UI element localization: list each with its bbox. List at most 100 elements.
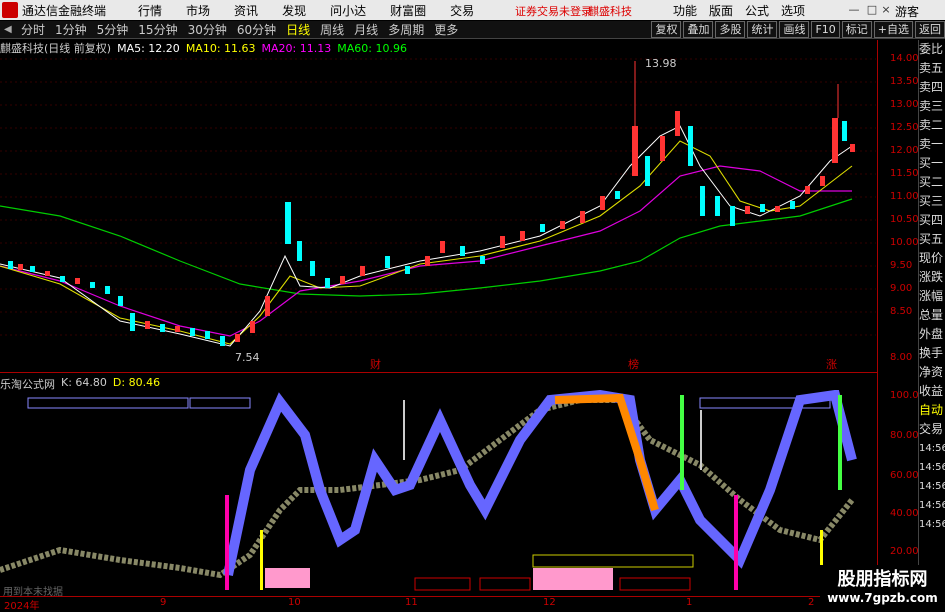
indicator-name[interactable]: 乐淘公式网 (0, 376, 55, 391)
sidebar-item[interactable]: 买四 (919, 211, 945, 230)
date-tick: 9 (160, 597, 167, 608)
close-icon[interactable]: × (880, 4, 892, 16)
period-5min[interactable]: 5分钟 (97, 21, 129, 38)
quote-sidebar: 委比 卖五 卖四 卖三 卖二 卖一 买一 买二 买三 买四 买五 现价 涨跌 涨… (918, 40, 945, 609)
sidebar-item[interactable]: 收益 (919, 382, 945, 401)
app-title: 通达信金融终端 (22, 3, 107, 18)
price-tick: 12.00 (890, 145, 919, 156)
stock-name-title: 麒盛科技 (588, 5, 632, 18)
f10-button[interactable]: F10 (811, 21, 840, 38)
mark-button[interactable]: 标记 (841, 21, 872, 38)
menu-item-formula[interactable]: 公式 (745, 2, 769, 19)
sidebar-item[interactable]: 买一 (919, 154, 945, 173)
maximize-icon[interactable]: □ (866, 4, 878, 16)
menu-item-wealth[interactable]: 财富圈 (390, 2, 426, 19)
period-daily[interactable]: 日线 (286, 21, 310, 38)
price-tick: 14.00 (890, 53, 919, 64)
ma5-line (0, 125, 853, 347)
period-weekly[interactable]: 周线 (320, 21, 344, 38)
period-60min[interactable]: 60分钟 (237, 21, 276, 38)
sidebar-item[interactable]: 涨幅 (919, 287, 945, 306)
period-1min[interactable]: 1分钟 (55, 21, 87, 38)
price-tick: 13.00 (890, 99, 919, 110)
main-menu: 行情 市场 资讯 发现 问小达 财富圈 交易 (126, 2, 486, 19)
ind-tick: 80.00 (890, 430, 919, 441)
sidebar-item[interactable]: 卖五 (919, 59, 945, 78)
sidebar-item[interactable]: 涨跌 (919, 268, 945, 287)
price-tick: 13.50 (890, 76, 919, 87)
back-button[interactable]: 返回 (915, 21, 945, 38)
event-label-board: 榜 (628, 357, 639, 371)
date-axis: 2024年 9 10 11 12 1 2 (0, 596, 876, 612)
ma-legend: 麒盛科技(日线 前复权) MA5: 12.20 MA10: 11.63 MA20… (0, 40, 413, 56)
period-monthly[interactable]: 月线 (354, 21, 378, 38)
sidebar-item[interactable]: 买五 (919, 230, 945, 249)
price-tick: 8.00 (890, 352, 913, 363)
sidebar-item[interactable]: 卖三 (919, 97, 945, 116)
multi-stock-button[interactable]: 多股 (715, 21, 746, 38)
stats-button[interactable]: 统计 (747, 21, 778, 38)
sidebar-item[interactable]: 换手 (919, 344, 945, 363)
price-chart[interactable]: 13.98 7.54 财 榜 涨 (0, 56, 876, 371)
menu-item-quotes[interactable]: 行情 (138, 2, 162, 19)
pane-divider[interactable] (0, 372, 877, 373)
ma60-label: MA60: 10.96 (337, 41, 407, 55)
price-tick: 12.50 (890, 122, 919, 133)
collapse-arrow-icon[interactable]: ◀ (4, 24, 16, 35)
sidebar-item[interactable]: 现价 (919, 249, 945, 268)
price-axis: 14.00 13.50 13.00 12.50 12.00 11.50 11.0… (877, 40, 919, 375)
ind-tick: 20.00 (890, 546, 919, 557)
minimize-icon[interactable]: — (848, 4, 860, 16)
guest-label[interactable]: 游客 (895, 3, 919, 20)
menu-item-news[interactable]: 资讯 (234, 2, 258, 19)
high-price-label: 13.98 (645, 57, 677, 70)
overlay-button[interactable]: 叠加 (683, 21, 714, 38)
menu-item-discover[interactable]: 发现 (282, 2, 306, 19)
menu-item-options[interactable]: 选项 (781, 2, 805, 19)
app-logo (2, 2, 18, 18)
sidebar-item[interactable]: 卖二 (919, 116, 945, 135)
sidebar-item[interactable]: 自动 (919, 401, 945, 420)
sidebar-item[interactable]: 净资 (919, 363, 945, 382)
ma10-label: MA10: 11.63 (185, 41, 256, 55)
sidebar-item[interactable]: 买三 (919, 192, 945, 211)
date-tick: 2 (808, 597, 815, 608)
sidebar-item[interactable]: 外盘 (919, 325, 945, 344)
ind-tick: 60.00 (890, 470, 919, 481)
ind-tick: 40.00 (890, 508, 919, 519)
bottom-bars (265, 554, 694, 591)
menu-item-function[interactable]: 功能 (673, 2, 697, 19)
title-tools: 功能 版面 公式 选项 (667, 2, 811, 19)
ma20-label: MA20: 11.13 (261, 41, 332, 55)
add-favorite-button[interactable]: +自选 (873, 21, 913, 38)
indicator-chart[interactable] (0, 390, 876, 596)
sidebar-item[interactable]: 交易 (919, 420, 945, 439)
sidebar-item: 14:56 (919, 443, 945, 454)
sidebar-item: 14:56 (919, 500, 945, 511)
login-warning[interactable]: 证券交易未登录 (515, 3, 592, 19)
draw-button[interactable]: 画线 (779, 21, 810, 38)
date-tick: 10 (288, 597, 301, 608)
sidebar-item: 14:56 (919, 462, 945, 473)
menu-item-trade[interactable]: 交易 (450, 2, 474, 19)
period-30min[interactable]: 30分钟 (188, 21, 227, 38)
price-tick: 11.00 (890, 191, 919, 202)
period-timeshare[interactable]: 分时 (21, 21, 45, 38)
indicator-legend: 乐淘公式网 K: 64.80 D: 80.46 (0, 376, 166, 391)
sidebar-item[interactable]: 买二 (919, 173, 945, 192)
sidebar-item[interactable]: 卖一 (919, 135, 945, 154)
title-bar: 通达信金融终端 行情 市场 资讯 发现 问小达 财富圈 交易 证券交易未登录 麒… (0, 0, 945, 20)
period-multi[interactable]: 多周期 (388, 21, 424, 38)
sidebar-item[interactable]: 总量 (919, 306, 945, 325)
menu-item-layout[interactable]: 版面 (709, 2, 733, 19)
period-15min[interactable]: 15分钟 (138, 21, 177, 38)
sidebar-item[interactable]: 卖四 (919, 78, 945, 97)
menu-item-assistant[interactable]: 问小达 (330, 2, 366, 19)
sidebar-item[interactable]: 委比 (919, 40, 945, 59)
menu-item-market[interactable]: 市场 (186, 2, 210, 19)
sidebar-item: 14:56 (919, 519, 945, 530)
indicator-d: D: 80.46 (112, 376, 161, 389)
period-more[interactable]: 更多 (434, 21, 458, 38)
adjust-button[interactable]: 复权 (651, 21, 682, 38)
price-tick: 9.50 (890, 260, 913, 271)
